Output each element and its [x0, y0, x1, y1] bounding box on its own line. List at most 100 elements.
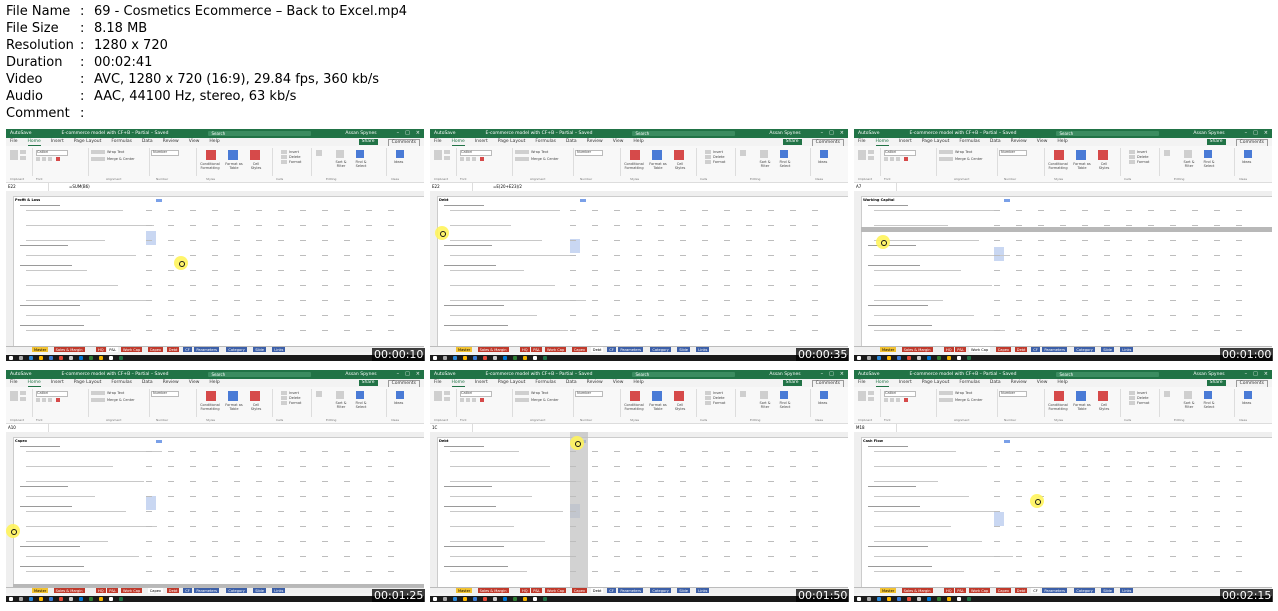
name-box[interactable]: E22 — [430, 183, 473, 191]
formula-input[interactable] — [897, 424, 917, 432]
ribbon-button[interactable] — [780, 391, 788, 399]
ribbon-button[interactable] — [20, 397, 26, 401]
ribbon-button[interactable] — [20, 156, 26, 160]
maximize-icon[interactable]: □ — [405, 370, 410, 379]
ribbon-button[interactable] — [705, 160, 711, 164]
ribbon-button[interactable] — [91, 157, 105, 161]
spreadsheet-grid[interactable]: Profit & Loss — [6, 191, 424, 346]
menu-item[interactable]: Formulas — [959, 379, 980, 387]
cell-styles-button[interactable]: Cell Styles — [247, 162, 265, 170]
spreadsheet-grid[interactable]: Working Capital — [854, 191, 1272, 346]
ribbon-button[interactable] — [939, 398, 953, 402]
ribbon-button[interactable] — [674, 150, 684, 160]
ribbon-button[interactable] — [480, 157, 484, 161]
ribbon-button[interactable] — [48, 398, 52, 402]
taskbar-icon[interactable] — [473, 597, 477, 601]
ribbon-button[interactable] — [515, 398, 529, 402]
menu-item[interactable]: Formulas — [111, 138, 132, 146]
ribbon-button[interactable] — [780, 150, 788, 158]
merge-center-button[interactable]: Merge & Center — [531, 398, 559, 402]
autosave-label[interactable]: AutoSave — [434, 129, 456, 138]
ideas-button[interactable]: Ideas — [1242, 401, 1251, 405]
taskbar-icon[interactable] — [453, 597, 457, 601]
ribbon-button[interactable] — [336, 150, 344, 158]
menu-item[interactable]: Help — [1057, 379, 1067, 387]
ribbon-button[interactable] — [820, 150, 828, 158]
font-name[interactable]: Calibri — [37, 150, 48, 154]
taskbar-icon[interactable] — [69, 597, 73, 601]
ribbon-button[interactable] — [434, 150, 442, 160]
taskbar-icon[interactable] — [887, 356, 891, 360]
menu-item[interactable]: Data — [990, 379, 1001, 387]
ribbon-button[interactable] — [42, 157, 46, 161]
menu-item[interactable]: Insert — [51, 138, 64, 146]
window-controls[interactable]: – □ × — [397, 129, 420, 138]
ribbon-button[interactable] — [1164, 391, 1170, 397]
ribbon-button[interactable] — [515, 157, 529, 161]
delete-cells-button[interactable]: Delete — [289, 396, 301, 400]
share-button[interactable]: Share — [782, 380, 802, 386]
taskbar-icon[interactable] — [917, 356, 921, 360]
ribbon-button[interactable] — [1184, 150, 1192, 158]
ribbon-button[interactable] — [868, 397, 874, 401]
user-name[interactable]: Assan Spynes — [345, 370, 376, 379]
insert-cells-button[interactable]: Insert — [289, 150, 299, 154]
wrap-text-button[interactable]: Wrap Text — [531, 391, 548, 395]
name-box[interactable]: M18 — [854, 424, 897, 432]
ideas-button[interactable]: Ideas — [394, 160, 403, 164]
ribbon-button[interactable] — [705, 150, 711, 154]
ribbon-button[interactable] — [1076, 150, 1086, 160]
taskbar-icon[interactable] — [463, 597, 467, 601]
sort-filter-button[interactable]: Sort & Filter — [1180, 160, 1198, 168]
conditional-formatting-button[interactable]: Conditional Formatting — [1047, 403, 1069, 411]
ribbon-button[interactable] — [705, 401, 711, 405]
taskbar-icon[interactable] — [927, 597, 931, 601]
spreadsheet-grid[interactable]: Cash Flow — [854, 432, 1272, 587]
taskbar-icon[interactable] — [433, 597, 437, 601]
delete-cells-button[interactable]: Delete — [289, 155, 301, 159]
taskbar-icon[interactable] — [89, 356, 93, 360]
menu-item[interactable]: Review — [163, 138, 179, 146]
ribbon-button[interactable] — [356, 150, 364, 158]
menu-item[interactable]: Home — [451, 138, 465, 146]
taskbar-icon[interactable] — [453, 356, 457, 360]
ribbon-button[interactable] — [904, 398, 908, 402]
minimize-icon[interactable]: – — [397, 370, 400, 379]
menu-item[interactable]: File — [434, 138, 442, 146]
autosave-label[interactable]: AutoSave — [858, 370, 880, 379]
ribbon-button[interactable] — [480, 398, 484, 402]
format-as-table-button[interactable]: Format as Table — [1072, 403, 1092, 411]
ribbon-button[interactable] — [356, 391, 364, 399]
cell-styles-button[interactable]: Cell Styles — [247, 403, 265, 411]
taskbar-icon[interactable] — [29, 356, 33, 360]
ribbon-button[interactable] — [705, 155, 711, 159]
ribbon-button[interactable] — [91, 391, 105, 395]
number-format-select[interactable]: Number — [577, 391, 591, 395]
ribbon-button[interactable] — [250, 150, 260, 160]
conditional-formatting-button[interactable]: Conditional Formatting — [1047, 162, 1069, 170]
format-cells-button[interactable]: Format — [1137, 160, 1149, 164]
ribbon-button[interactable] — [56, 157, 60, 161]
ribbon-button[interactable] — [281, 160, 287, 164]
ribbon-button[interactable] — [1054, 391, 1064, 401]
share-button[interactable]: Share — [782, 139, 802, 145]
taskbar-icon[interactable] — [927, 356, 931, 360]
find-select-button[interactable]: Find & Select — [776, 401, 794, 409]
ribbon-button[interactable] — [674, 391, 684, 401]
ribbon-button[interactable] — [10, 391, 18, 401]
format-as-table-button[interactable]: Format as Table — [224, 403, 244, 411]
menu-item[interactable]: Home — [27, 138, 41, 146]
conditional-formatting-button[interactable]: Conditional Formatting — [623, 403, 645, 411]
ribbon-button[interactable] — [472, 157, 476, 161]
menu-item[interactable]: Home — [875, 138, 889, 146]
menu-item[interactable]: Review — [1011, 138, 1027, 146]
taskbar-icon[interactable] — [523, 356, 527, 360]
autosave-label[interactable]: AutoSave — [858, 129, 880, 138]
taskbar-icon[interactable] — [897, 597, 901, 601]
formula-input[interactable] — [473, 424, 493, 432]
search-box[interactable]: Search — [632, 131, 736, 136]
ribbon-button[interactable] — [444, 397, 450, 401]
taskbar-icon[interactable] — [79, 356, 83, 360]
delete-cells-button[interactable]: Delete — [713, 155, 725, 159]
merge-center-button[interactable]: Merge & Center — [955, 157, 983, 161]
